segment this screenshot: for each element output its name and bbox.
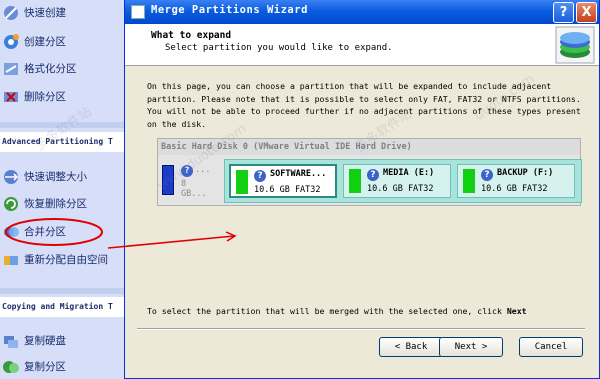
sidebar-item-merge-partition[interactable]: 合并分区: [0, 221, 132, 243]
format-partition-icon: [4, 63, 18, 75]
disk-logo-icon: [555, 26, 595, 64]
sidebar-item-create-partition[interactable]: 创建分区: [0, 31, 132, 53]
description-text: On this page, you can choose a partition…: [147, 81, 581, 129]
section-divider: [0, 122, 132, 128]
partition-color-swatch: [236, 170, 248, 194]
partition-media[interactable]: ? MEDIA (E:) 10.6 GB FAT32: [343, 164, 451, 198]
info-icon: ?: [181, 165, 193, 177]
sidebar-item-copy-partition[interactable]: 复制分区: [0, 356, 132, 378]
task-pane: 快速创建 创建分区 格式化分区 删除分区 Advanced Partitioni…: [0, 0, 132, 379]
partition-color-swatch: [463, 169, 475, 193]
info-icon: ?: [481, 169, 493, 181]
section-header-copy[interactable]: Copying and Migration T: [0, 297, 132, 317]
info-icon: ?: [254, 170, 266, 182]
partition-group: ? SOFTWARE... 10.6 GB FAT32 ? MEDIA (E:)…: [224, 159, 582, 203]
sidebar-item-quick-resize[interactable]: 快速调整大小: [0, 166, 132, 188]
hard-disk-icon: [162, 165, 174, 195]
window-title: Merge Partitions Wizard: [151, 4, 308, 16]
back-button[interactable]: < Back: [379, 337, 443, 357]
section-divider: [0, 288, 132, 294]
partition-small[interactable]: ? ... 8 GB...: [178, 163, 216, 199]
merge-partitions-wizard-window: Merge Partitions Wizard ? X What to expa…: [124, 0, 600, 379]
cancel-button[interactable]: Cancel: [519, 337, 583, 357]
sidebar-item-format-partition[interactable]: 格式化分区: [0, 58, 132, 80]
sidebar-item-quick-create[interactable]: 快速创建: [0, 2, 132, 24]
resize-icon: [4, 170, 19, 184]
wizard-header: What to expand Select partition you woul…: [125, 24, 599, 66]
partition-software[interactable]: ? SOFTWARE... 10.6 GB FAT32: [229, 164, 337, 198]
merge-icon: [4, 227, 19, 237]
close-button[interactable]: X: [576, 2, 597, 23]
partition-backup[interactable]: ? BACKUP (F:) 10.6 GB FAT32: [457, 164, 575, 198]
instruction-text: To select the partition that will be mer…: [147, 306, 527, 316]
help-button[interactable]: ?: [553, 2, 574, 23]
sidebar-item-recover-partition[interactable]: 恢复删除分区: [0, 193, 132, 215]
wizard-icon: [4, 6, 18, 20]
sidebar-item-delete-partition[interactable]: 删除分区: [0, 86, 132, 108]
redistribute-icon: [4, 256, 18, 265]
next-button[interactable]: Next >: [439, 337, 503, 357]
page-title: What to expand: [151, 30, 232, 41]
disk-title: Basic Hard Disk 0 (VMware Virtual IDE Ha…: [158, 139, 580, 155]
recover-icon: [4, 197, 18, 211]
sidebar-item-copy-disk[interactable]: 复制硬盘: [0, 330, 132, 352]
disk-map: Basic Hard Disk 0 (VMware Virtual IDE Ha…: [157, 138, 582, 206]
app-icon: [131, 5, 145, 19]
sidebar-item-redistribute-space[interactable]: 重新分配自由空间: [0, 249, 132, 271]
copy-disk-icon: [4, 336, 18, 348]
title-bar[interactable]: Merge Partitions Wizard ? X: [125, 0, 599, 24]
copy-partition-icon: [3, 361, 19, 373]
create-partition-icon: [4, 34, 19, 49]
footer-divider: [137, 328, 585, 330]
page-subtitle: Select partition you would like to expan…: [165, 43, 393, 53]
section-header-advanced[interactable]: Advanced Partitioning T: [0, 132, 132, 152]
delete-partition-icon: [4, 92, 18, 102]
partition-color-swatch: [349, 169, 361, 193]
info-icon: ?: [367, 169, 379, 181]
